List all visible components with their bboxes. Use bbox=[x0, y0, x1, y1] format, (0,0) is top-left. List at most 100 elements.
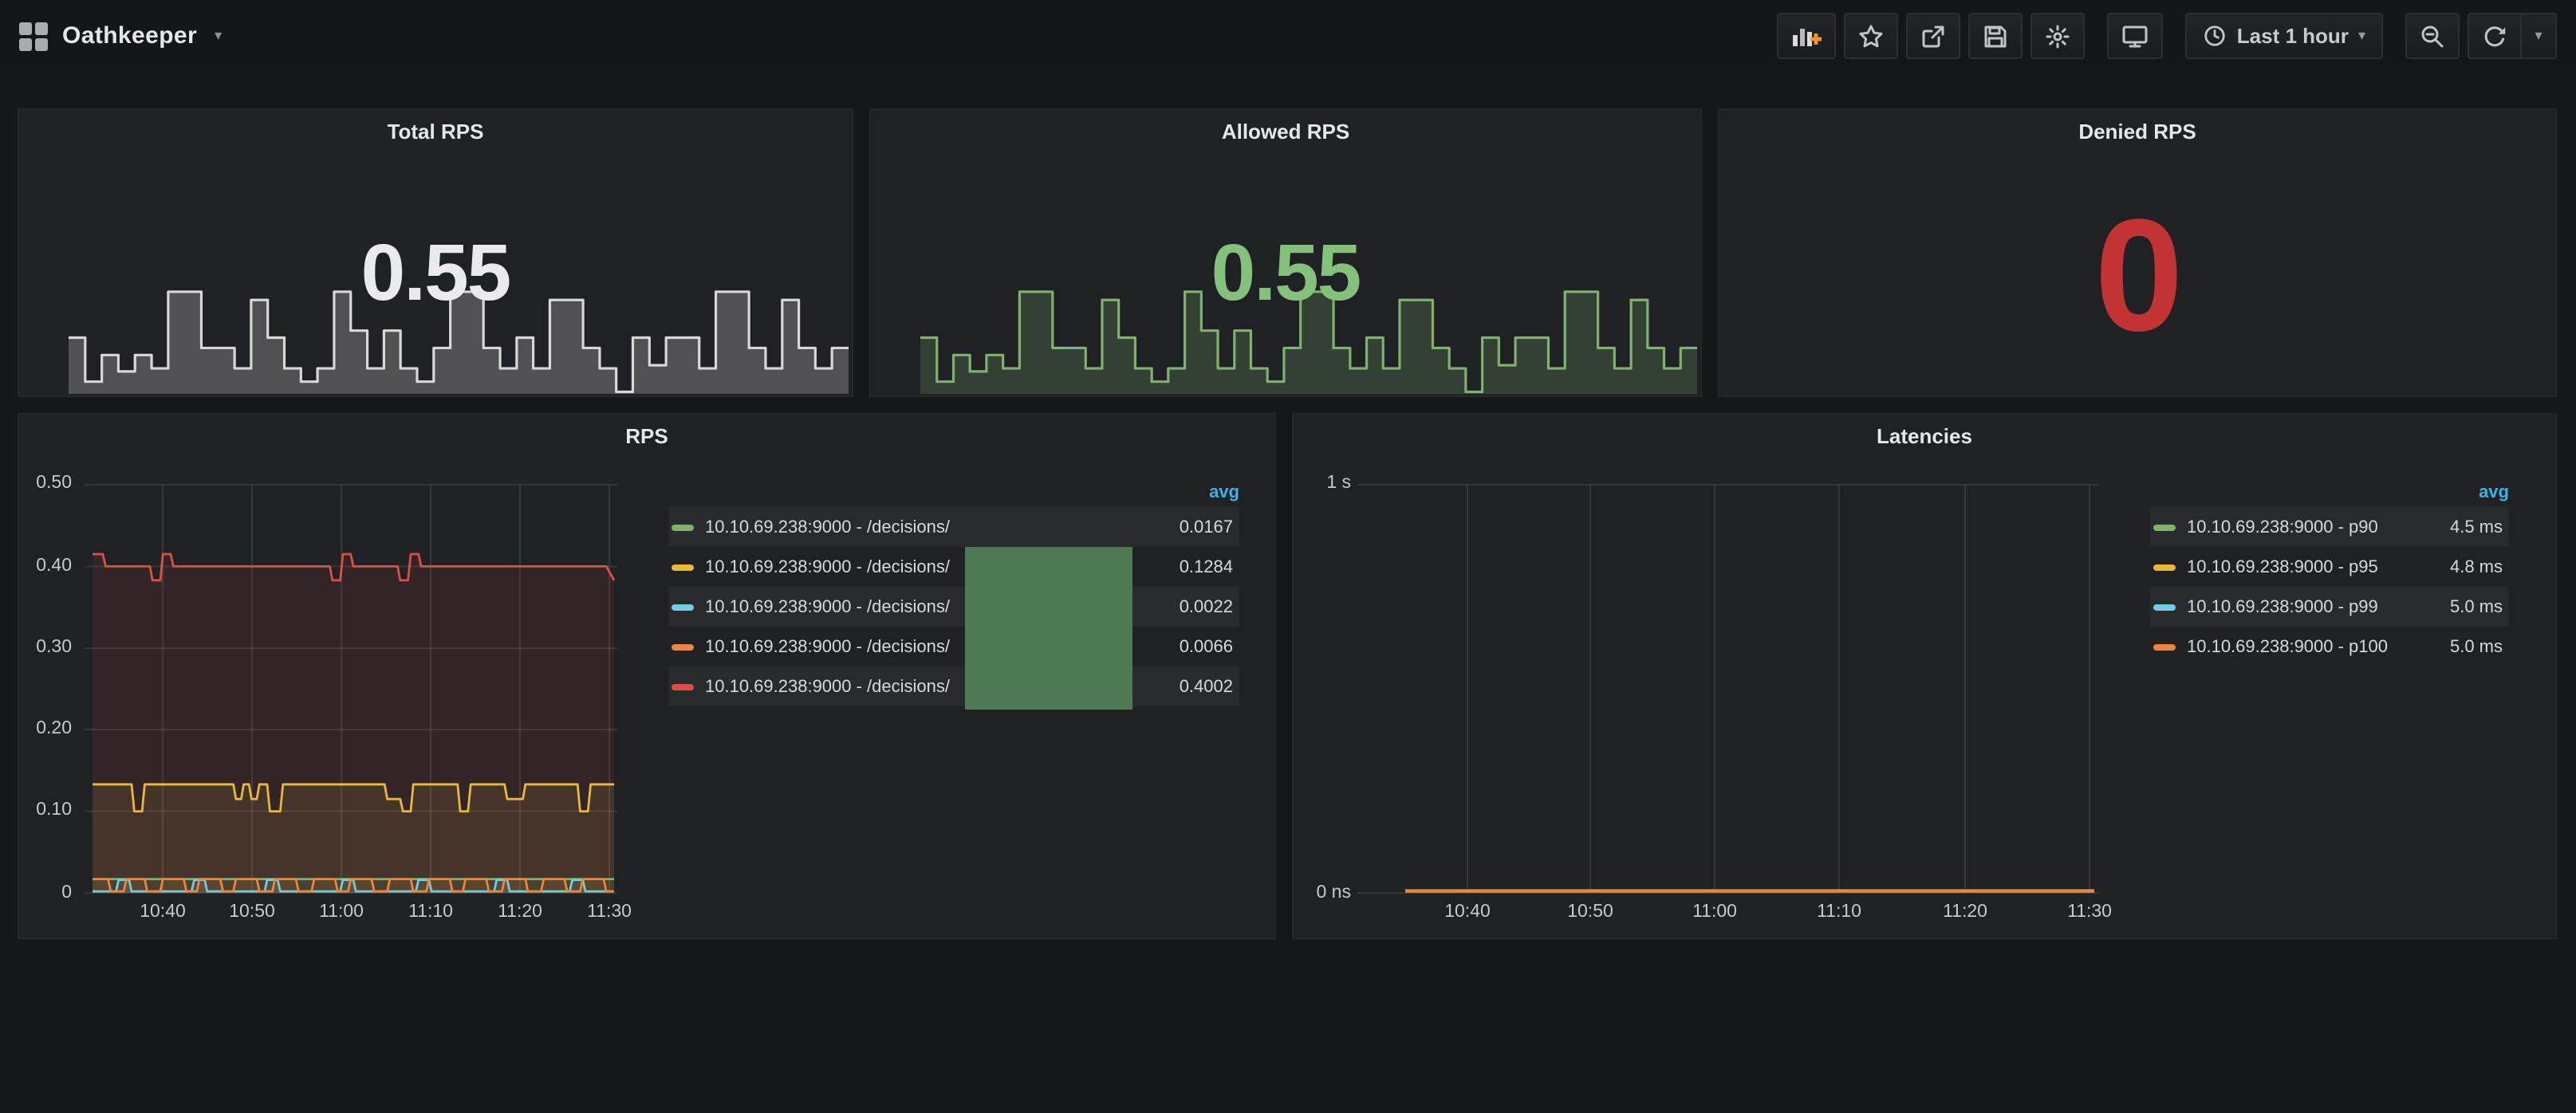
legend-avg-sort[interactable]: avg bbox=[1209, 483, 1239, 502]
x-axis-tick: 10:40 bbox=[1432, 903, 1503, 922]
series-color-dash bbox=[672, 564, 694, 570]
series-color-dash bbox=[672, 604, 694, 610]
y-axis-tick: 0.10 bbox=[19, 800, 72, 820]
panel-title[interactable]: Latencies bbox=[1294, 424, 2555, 448]
refresh-caret-icon: ▾ bbox=[2535, 27, 2542, 45]
legend-row[interactable]: 10.10.69.238:9000 - /decisions/ 0.4002 bbox=[668, 667, 1239, 706]
zoom-out-button[interactable] bbox=[2405, 13, 2460, 59]
star-button[interactable] bbox=[1845, 13, 1899, 59]
x-axis-tick: 11:00 bbox=[306, 903, 376, 922]
add-panel-button[interactable] bbox=[1778, 13, 1837, 59]
cycle-view-button[interactable] bbox=[2108, 13, 2164, 59]
zoom-out-icon bbox=[2420, 23, 2445, 49]
series-label[interactable]: 10.10.69.238:9000 - p95 bbox=[2187, 557, 2450, 576]
clock-icon bbox=[2204, 24, 2227, 48]
x-axis-tick: 11:20 bbox=[485, 903, 555, 922]
series-label[interactable]: 10.10.69.238:9000 - p90 bbox=[2187, 517, 2450, 537]
stat-value-allowed-rps: 0.55 bbox=[871, 233, 1700, 313]
series-avg-value: 0.0066 bbox=[1180, 637, 1233, 656]
series-label[interactable]: 10.10.69.238:9000 - p99 bbox=[2187, 597, 2450, 616]
series-label[interactable]: 10.10.69.238:9000 - p100 bbox=[2187, 637, 2450, 656]
time-range-picker[interactable]: Last 1 hour ▾ bbox=[2186, 13, 2383, 59]
series-label[interactable]: 10.10.69.238:9000 - /decisions/ bbox=[705, 517, 1180, 537]
series-avg-value: 5.0 ms bbox=[2450, 597, 2503, 616]
legend-row[interactable]: 10.10.69.238:9000 - /decisions/ 0.0022 bbox=[668, 587, 1239, 627]
y-axis-tick: 0 ns bbox=[1294, 883, 1351, 903]
x-axis-tick: 11:20 bbox=[1930, 903, 2000, 922]
refresh-interval-dropdown[interactable]: ▾ bbox=[2522, 13, 2557, 59]
panel-denied-rps: Denied RPS 0 bbox=[1718, 108, 2557, 397]
dashboard-title[interactable]: Oathkeeper bbox=[62, 22, 197, 49]
series-color-dash bbox=[2153, 643, 2176, 650]
legend-row[interactable]: 10.10.69.238:9000 - p95 4.8 ms bbox=[2150, 547, 2509, 587]
star-icon bbox=[1859, 23, 1885, 49]
series-avg-value: 5.0 ms bbox=[2450, 637, 2503, 656]
legend-row[interactable]: 10.10.69.238:9000 - /decisions/ 0.1284 bbox=[668, 547, 1239, 587]
gear-icon bbox=[2046, 23, 2071, 49]
stat-value-denied-rps: 0 bbox=[1719, 196, 2555, 356]
legend-avg-sort[interactable]: avg bbox=[2479, 483, 2509, 502]
legend-row[interactable]: 10.10.69.238:9000 - p90 4.5 ms bbox=[2150, 507, 2509, 547]
navbar: Oathkeeper ▾ bbox=[0, 0, 2576, 72]
series-avg-value: 4.8 ms bbox=[2450, 557, 2503, 576]
rps-plot bbox=[85, 485, 617, 893]
y-axis-tick: 0.20 bbox=[19, 719, 72, 738]
grafana-dashboard: Oathkeeper ▾ bbox=[0, 0, 2576, 1113]
series-avg-value: 0.0167 bbox=[1180, 517, 1233, 537]
panel-latencies-graph: Latencies 1 s 0 ns 10:40 10:50 11:00 11:… bbox=[1292, 413, 2557, 939]
legend-row[interactable]: 10.10.69.238:9000 - /decisions/ 0.0066 bbox=[668, 627, 1239, 667]
panel-rps-graph: RPS 0.50 0.40 0.30 0.20 0.10 0 10:40 10:… bbox=[18, 413, 1276, 939]
share-button[interactable] bbox=[1907, 13, 1961, 59]
x-axis-tick: 11:00 bbox=[1680, 903, 1750, 922]
latencies-plot-area[interactable] bbox=[1357, 485, 2099, 893]
x-axis-tick: 10:50 bbox=[1555, 903, 1625, 922]
y-axis-tick: 0.40 bbox=[19, 556, 72, 576]
panel-title[interactable]: Allowed RPS bbox=[871, 120, 1700, 144]
series-color-dash bbox=[672, 643, 694, 650]
save-icon bbox=[1983, 23, 2009, 49]
latencies-legend: avg 10.10.69.238:9000 - p90 4.5 ms 10.10… bbox=[2150, 478, 2509, 667]
series-color-dash bbox=[2153, 604, 2176, 610]
share-icon bbox=[1921, 23, 1947, 49]
series-avg-value: 0.4002 bbox=[1180, 677, 1233, 696]
legend-row[interactable]: 10.10.69.238:9000 - p99 5.0 ms bbox=[2150, 587, 2509, 627]
series-color-dash bbox=[2153, 564, 2176, 570]
time-range-label: Last 1 hour bbox=[2237, 24, 2349, 48]
x-axis-tick: 11:10 bbox=[1804, 903, 1874, 922]
refresh-icon bbox=[2482, 23, 2507, 49]
legend-row[interactable]: 10.10.69.238:9000 - /decisions/ 0.0167 bbox=[668, 507, 1239, 547]
monitor-icon bbox=[2122, 23, 2149, 49]
panel-total-rps: Total RPS 0.55 bbox=[18, 108, 853, 397]
legend-row[interactable]: 10.10.69.238:9000 - p100 5.0 ms bbox=[2150, 627, 2509, 667]
latencies-plot bbox=[1357, 485, 2099, 893]
y-axis-tick: 0 bbox=[19, 883, 72, 903]
y-axis-tick: 1 s bbox=[1294, 474, 1351, 493]
rps-plot-area[interactable] bbox=[85, 485, 617, 893]
stat-value-total-rps: 0.55 bbox=[19, 233, 852, 313]
legend-header: avg bbox=[668, 478, 1239, 507]
panel-allowed-rps: Allowed RPS 0.55 bbox=[869, 108, 1702, 397]
save-button[interactable] bbox=[1969, 13, 2023, 59]
panel-title[interactable]: Denied RPS bbox=[1719, 120, 2555, 144]
add-panel-icon bbox=[1792, 23, 1822, 49]
time-range-caret-icon: ▾ bbox=[2358, 27, 2365, 45]
dashboards-grid-icon[interactable] bbox=[19, 22, 48, 50]
y-axis-tick: 0.50 bbox=[19, 474, 72, 493]
dashboard-title-caret-icon[interactable]: ▾ bbox=[215, 27, 222, 45]
series-avg-value: 0.0022 bbox=[1180, 597, 1233, 616]
panel-title[interactable]: RPS bbox=[19, 424, 1274, 448]
series-avg-value: 0.1284 bbox=[1180, 557, 1233, 576]
green-overlay-box bbox=[965, 547, 1132, 710]
refresh-button[interactable] bbox=[2468, 13, 2522, 59]
series-color-dash bbox=[2153, 524, 2176, 530]
series-color-dash bbox=[672, 683, 694, 690]
series-avg-value: 4.5 ms bbox=[2450, 517, 2503, 537]
settings-button[interactable] bbox=[2031, 13, 2086, 59]
y-axis-tick: 0.30 bbox=[19, 638, 72, 657]
panel-title[interactable]: Total RPS bbox=[19, 120, 852, 144]
x-axis-tick: 11:30 bbox=[574, 903, 644, 922]
rps-legend: avg 10.10.69.238:9000 - /decisions/ 0.01… bbox=[668, 478, 1239, 706]
x-axis-tick: 10:40 bbox=[128, 903, 198, 922]
legend-header: avg bbox=[2150, 478, 2509, 507]
x-axis-tick: 11:10 bbox=[396, 903, 466, 922]
